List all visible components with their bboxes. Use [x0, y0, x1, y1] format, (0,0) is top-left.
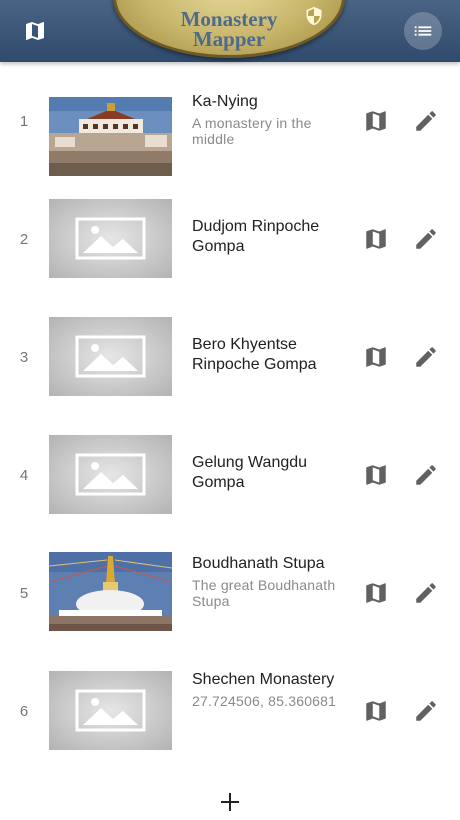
item-index: 4 [19, 466, 29, 484]
item-info: Gelung Wangdu Gompa [192, 453, 340, 493]
item-info: Bero Khyentse Rinpoche Gompa [192, 335, 340, 375]
list-item[interactable]: 2 Dudjom Rinpoche Gompa [0, 180, 460, 298]
map-icon [366, 347, 386, 367]
item-info: Ka-Nying A monastery in the middle [192, 92, 340, 147]
show-on-map-button[interactable] [362, 225, 390, 253]
item-index: 6 [19, 702, 29, 720]
list-menu-icon [414, 26, 432, 36]
pencil-icon [416, 229, 436, 249]
edit-button[interactable] [412, 343, 440, 371]
plus-icon [221, 793, 239, 811]
map-icon [366, 465, 386, 485]
item-info: Boudhanath Stupa The great Boudhanath St… [192, 554, 340, 609]
item-index: 5 [19, 584, 29, 602]
item-info: Shechen Monastery 27.724506, 85.360681 [192, 670, 340, 709]
monastery-description: The great Boudhanath Stupa [192, 577, 336, 609]
menu-button[interactable] [404, 12, 442, 50]
pencil-icon [416, 347, 436, 367]
add-monastery-button[interactable] [210, 784, 250, 820]
edit-button[interactable] [412, 107, 440, 135]
image-placeholder[interactable] [49, 317, 172, 396]
pencil-icon [416, 111, 436, 131]
show-on-map-button[interactable] [362, 579, 390, 607]
image-placeholder[interactable] [49, 435, 172, 514]
logo-line-2: Mapper [192, 27, 266, 51]
show-on-map-button[interactable] [362, 697, 390, 725]
pencil-icon [416, 583, 436, 603]
image-placeholder[interactable] [49, 671, 172, 750]
map-icon [366, 701, 386, 721]
item-index: 2 [19, 230, 29, 248]
monastery-photo[interactable] [49, 97, 172, 176]
map-icon [366, 229, 386, 249]
map-icon [366, 111, 386, 131]
show-on-map-button[interactable] [362, 461, 390, 489]
list-item[interactable]: 1 Ka-Nying A monastery in the middle [0, 62, 460, 180]
list-item[interactable]: 3 Bero Khyentse Rinpoche Gompa [0, 298, 460, 416]
monastery-title: Gelung Wangdu Gompa [192, 454, 308, 491]
edit-button[interactable] [412, 461, 440, 489]
monastery-title: Boudhanath Stupa [192, 555, 325, 572]
edit-button[interactable] [412, 225, 440, 253]
image-placeholder[interactable] [49, 199, 172, 278]
show-on-map-button[interactable] [362, 107, 390, 135]
map-view-button[interactable] [22, 18, 48, 44]
item-index: 3 [19, 348, 29, 366]
pencil-icon [416, 701, 436, 721]
list-item[interactable]: 5 Boudhanath Stupa The great Boudhanath … [0, 534, 460, 652]
edit-button[interactable] [412, 697, 440, 725]
monastery-title: Shechen Monastery [192, 671, 335, 688]
map-icon [366, 583, 386, 603]
monastery-title: Dudjom Rinpoche Gompa [192, 218, 320, 255]
monastery-coordinates: 27.724506, 85.360681 [192, 693, 337, 709]
monastery-photo[interactable] [49, 552, 172, 631]
pencil-icon [416, 465, 436, 485]
list-item[interactable]: 4 Gelung Wangdu Gompa [0, 416, 460, 534]
shield-icon [306, 6, 322, 26]
edit-button[interactable] [412, 579, 440, 607]
item-info: Dudjom Rinpoche Gompa [192, 217, 340, 257]
monastery-title: Bero Khyentse Rinpoche Gompa [192, 336, 317, 373]
show-on-map-button[interactable] [362, 343, 390, 371]
monastery-description: A monastery in the middle [192, 115, 312, 147]
item-index: 1 [19, 112, 29, 130]
list-item[interactable]: 6 Shechen Monastery 27.724506, 85.360681 [0, 652, 460, 770]
monastery-title: Ka-Nying [192, 93, 258, 110]
map-icon [26, 22, 44, 40]
